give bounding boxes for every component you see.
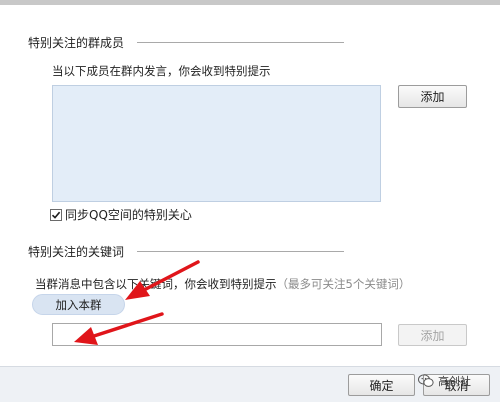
sync-checkbox-label: 同步QQ空间的特别关心 <box>65 208 192 222</box>
members-hint: 当以下成员在群内发言，你会收到特别提示 <box>52 64 271 78</box>
add-keyword-button[interactable]: 添加 <box>398 324 467 346</box>
members-section-title: 特别关注的群成员 <box>28 36 125 50</box>
checkmark-icon <box>51 211 61 219</box>
wechat-icon <box>418 374 434 387</box>
keywords-hint-main: 当群消息中包含以下关键词，你会收到特别提示 <box>35 277 277 291</box>
window-top-edge <box>0 0 500 5</box>
keyword-chip[interactable]: 加入本群 <box>32 294 125 315</box>
members-section-divider <box>137 42 344 43</box>
keywords-section-divider <box>137 251 344 252</box>
sync-checkbox-row[interactable]: 同步QQ空间的特别关心 <box>50 206 192 223</box>
sync-checkbox[interactable] <box>50 208 62 221</box>
keywords-section-title: 特别关注的关键词 <box>28 245 125 259</box>
ok-button[interactable]: 确定 <box>348 374 415 396</box>
keywords-hint: 当群消息中包含以下关键词，你会收到特别提示（最多可关注5个关键词） <box>35 276 410 292</box>
keywords-hint-note: （最多可关注5个关键词） <box>276 277 411 291</box>
watermark-text: 高创社 <box>438 375 471 388</box>
members-list-box[interactable] <box>52 85 381 202</box>
add-member-button[interactable]: 添加 <box>398 85 467 108</box>
watermark: 高创社 <box>418 373 471 389</box>
keyword-input[interactable] <box>52 323 382 346</box>
